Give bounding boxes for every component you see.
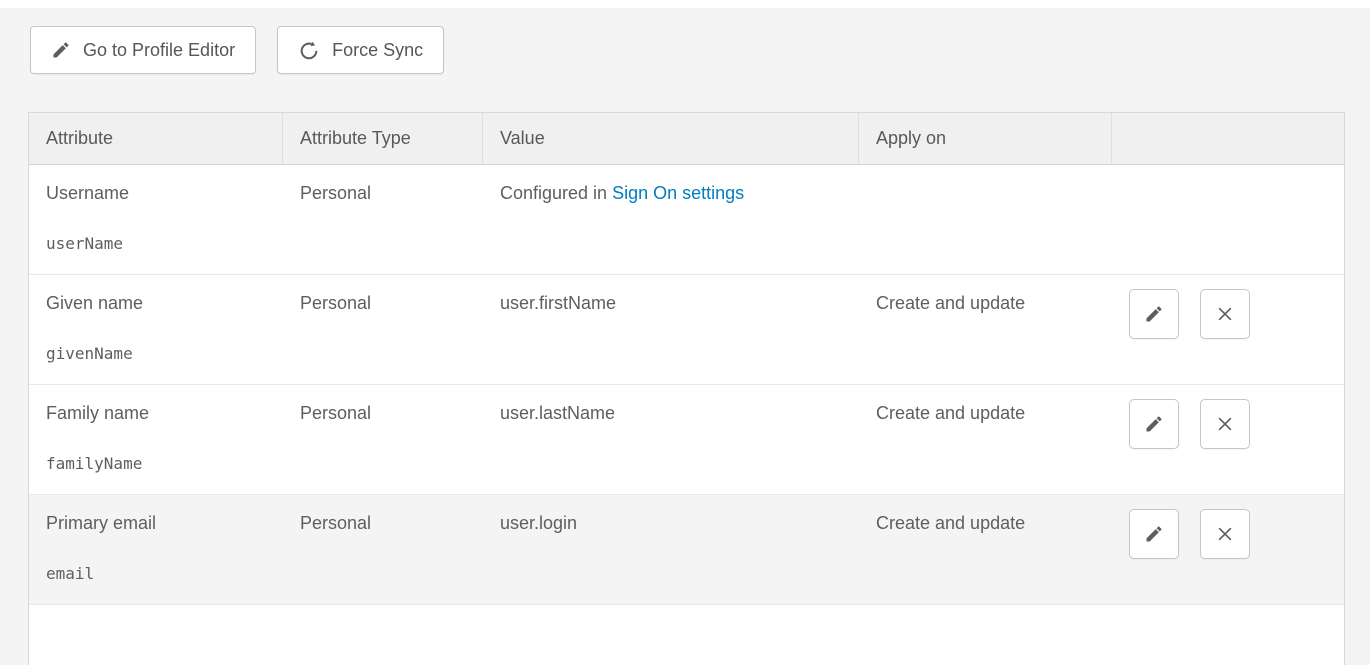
table-row: Primary email email Personal user.login … [29, 495, 1344, 605]
attribute-variable-name: email [46, 562, 275, 585]
apply-on-value: Create and update [876, 513, 1025, 533]
apply-on-cell: Create and update [859, 385, 1112, 495]
actions-cell [1112, 385, 1344, 495]
sign-on-settings-link[interactable]: Sign On settings [612, 183, 744, 203]
row-actions [1129, 400, 1266, 420]
apply-on-value: Create and update [876, 403, 1025, 423]
attribute-label: Family name [46, 402, 275, 425]
table-row: Given name givenName Personal user.first… [29, 275, 1344, 385]
apply-on-cell [859, 165, 1112, 275]
value-text: user.login [500, 513, 577, 533]
value-text: user.firstName [500, 293, 616, 313]
row-actions [1129, 510, 1266, 530]
attribute-type-cell: Personal [283, 385, 483, 495]
header-attribute-type: Attribute Type [283, 113, 483, 165]
attribute-label: Given name [46, 292, 275, 315]
close-icon [1215, 414, 1235, 434]
row-actions [1129, 290, 1266, 310]
value-text: Configured in [500, 183, 607, 203]
go-to-profile-editor-button[interactable]: Go to Profile Editor [30, 26, 256, 74]
value-cell: user.login [483, 495, 859, 605]
actions-cell [1112, 275, 1344, 385]
apply-on-cell: Create and update [859, 495, 1112, 605]
attribute-cell: Primary email email [29, 495, 283, 605]
attribute-cell: Username userName [29, 165, 283, 275]
remove-attribute-button[interactable] [1200, 399, 1250, 449]
top-strip [0, 0, 1370, 8]
attribute-cell: Family name familyName [29, 385, 283, 495]
header-attribute: Attribute [29, 113, 283, 165]
table-row: Family name familyName Personal user.las… [29, 385, 1344, 495]
value-cell: user.firstName [483, 275, 859, 385]
table-row: Username userName Personal Configured in… [29, 165, 1344, 275]
attribute-mappings-table: Attribute Attribute Type Value Apply on … [28, 112, 1345, 665]
force-sync-label: Force Sync [332, 40, 423, 61]
edit-attribute-button[interactable] [1129, 289, 1179, 339]
attribute-type-cell: Personal [283, 165, 483, 275]
toolbar: Go to Profile Editor Force Sync [30, 26, 1370, 74]
header-actions [1112, 113, 1344, 165]
pencil-icon [51, 40, 71, 60]
attribute-type-cell: Personal [283, 275, 483, 385]
go-to-profile-editor-label: Go to Profile Editor [83, 40, 235, 61]
value-cell: user.lastName [483, 385, 859, 495]
attribute-variable-name: familyName [46, 452, 275, 475]
attribute-variable-name: givenName [46, 342, 275, 365]
attribute-variable-name: userName [46, 232, 275, 255]
table-header-row: Attribute Attribute Type Value Apply on [29, 113, 1344, 165]
table-row-empty [29, 605, 1344, 665]
close-icon [1215, 524, 1235, 544]
pencil-icon [1144, 304, 1164, 324]
attribute-type-value: Personal [300, 183, 371, 203]
attribute-type-value: Personal [300, 403, 371, 423]
close-icon [1215, 304, 1235, 324]
edit-attribute-button[interactable] [1129, 399, 1179, 449]
header-apply-on: Apply on [859, 113, 1112, 165]
attribute-label: Primary email [46, 512, 275, 535]
pencil-icon [1144, 414, 1164, 434]
empty-cell [29, 605, 1344, 665]
apply-on-value: Create and update [876, 293, 1025, 313]
attribute-label: Username [46, 182, 275, 205]
value-text: user.lastName [500, 403, 615, 423]
value-cell: Configured inSign On settings [483, 165, 859, 275]
attribute-mappings-table-wrap: Attribute Attribute Type Value Apply on … [28, 112, 1343, 665]
remove-attribute-button[interactable] [1200, 289, 1250, 339]
attribute-type-cell: Personal [283, 495, 483, 605]
actions-cell [1112, 495, 1344, 605]
actions-cell [1112, 165, 1344, 275]
remove-attribute-button[interactable] [1200, 509, 1250, 559]
header-value: Value [483, 113, 859, 165]
edit-attribute-button[interactable] [1129, 509, 1179, 559]
pencil-icon [1144, 524, 1164, 544]
force-sync-button[interactable]: Force Sync [277, 26, 444, 74]
attribute-type-value: Personal [300, 513, 371, 533]
attribute-type-value: Personal [300, 293, 371, 313]
refresh-icon [298, 39, 320, 61]
apply-on-cell: Create and update [859, 275, 1112, 385]
table-body: Username userName Personal Configured in… [29, 165, 1344, 665]
attribute-cell: Given name givenName [29, 275, 283, 385]
